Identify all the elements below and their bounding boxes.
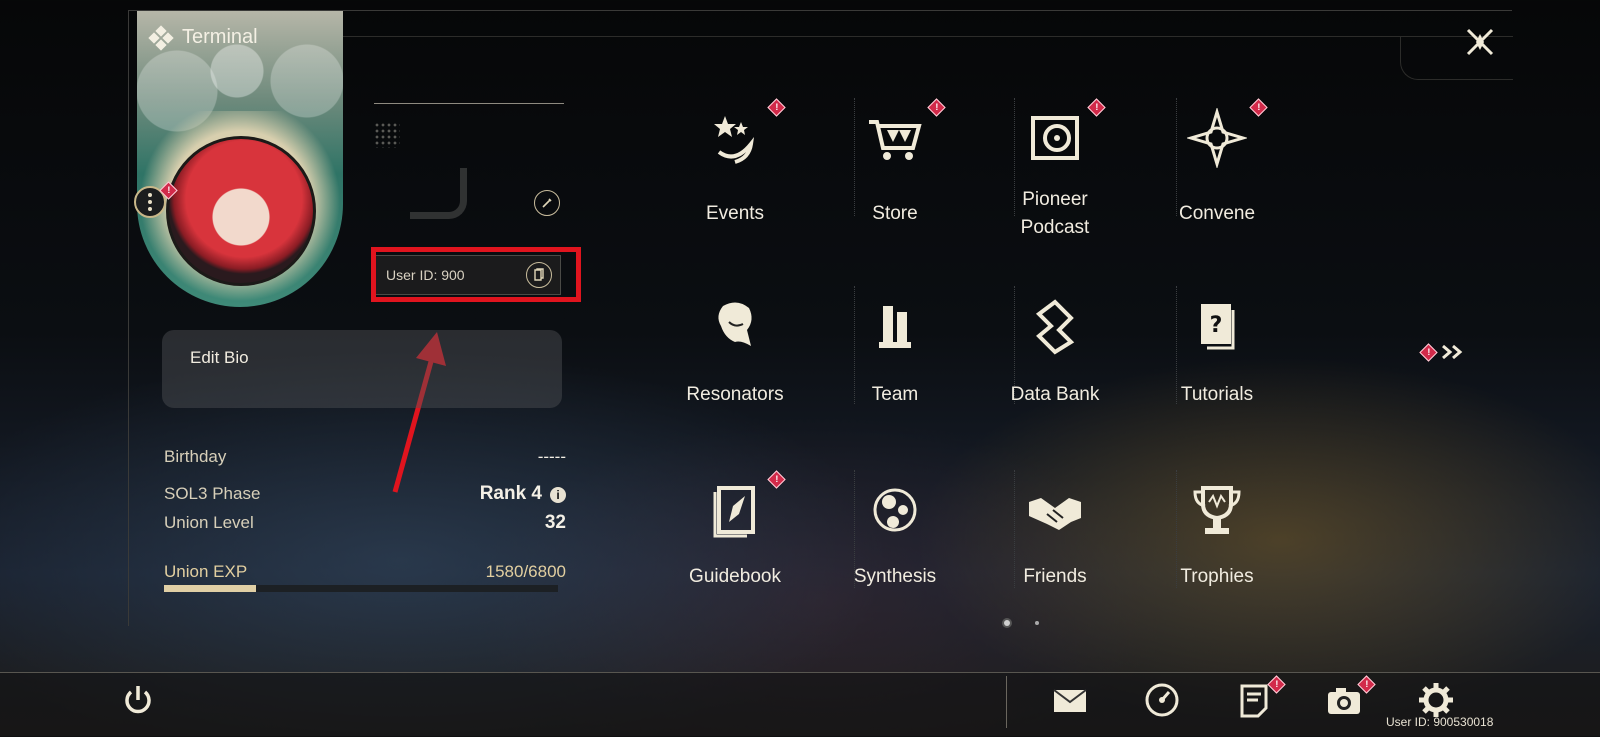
menu-item-label: Tutorials [1180, 384, 1254, 405]
menu-item-label: Resonators [686, 384, 784, 405]
power-icon[interactable] [118, 680, 158, 720]
tutorials-icon: ? [1201, 304, 1235, 350]
synthesis-icon [873, 488, 917, 532]
pencil-icon [542, 198, 552, 208]
team-icon [879, 306, 911, 348]
store-alert-badge [927, 98, 946, 117]
menu-item-pioneer-podcast[interactable]: PioneerPodcast [980, 98, 1130, 248]
stat-label: Birthday [164, 447, 227, 466]
stat-row-sol3-phase: SOL3 Phase Rank 4 i [164, 483, 566, 505]
convene-alert-badge [1249, 98, 1268, 117]
stat-value: Rank 4 [479, 483, 542, 504]
podcast-alert-badge [1087, 98, 1106, 117]
next-page-alert-badge [1419, 342, 1438, 362]
podcast-icon [1031, 116, 1079, 160]
cart-icon [869, 120, 922, 160]
compass-icon[interactable] [1142, 680, 1182, 720]
menu-item-events[interactable]: Events [660, 98, 810, 248]
menu-item-trophies[interactable]: Trophies [1142, 470, 1292, 620]
page-dot[interactable] [1035, 621, 1039, 625]
edit-bio-label: Edit Bio [190, 348, 249, 367]
next-page-button[interactable] [1419, 342, 1467, 362]
menu-item-label: Team [871, 384, 919, 405]
decorative-dots [374, 122, 400, 148]
menu-item-guidebook[interactable]: Guidebook [660, 470, 810, 620]
menu-item-synthesis[interactable]: Synthesis [820, 470, 970, 620]
stat-row-union-exp: Union EXP 1580/6800 [164, 562, 566, 582]
avatar[interactable] [166, 136, 316, 286]
stat-label: SOL3 Phase [164, 484, 261, 503]
menu-item-label: Trophies [1180, 566, 1254, 587]
menu-item-label: Synthesis [853, 566, 937, 587]
guidebook-alert-badge [767, 470, 786, 489]
stat-value: 1580/6800 [485, 562, 566, 581]
svg-text:?: ? [1210, 313, 1223, 338]
stat-value: ----- [537, 447, 566, 466]
union-exp-fill [164, 585, 256, 592]
annotation-highlight-box [371, 247, 581, 302]
stat-label: Union EXP [164, 562, 248, 581]
menu-item-label: Friends [1023, 566, 1087, 587]
stat-row-union-level: Union Level 32 [164, 512, 566, 534]
page-header: Terminal [148, 24, 258, 51]
events-icon [714, 116, 755, 164]
stat-value: 32 [544, 512, 566, 533]
info-icon[interactable]: i [550, 486, 566, 503]
menu-item-team[interactable]: Team [820, 286, 970, 436]
trophy-icon [1193, 486, 1241, 534]
decorative-hook [410, 168, 467, 219]
stat-label: Union Level [164, 513, 254, 532]
terminal-icon [148, 24, 174, 51]
frame-inner-line [340, 36, 1400, 37]
events-alert-badge [767, 98, 786, 117]
menu-item-label: Data Bank [1010, 384, 1100, 405]
menu-item-tutorials[interactable]: ? Tutorials [1142, 286, 1292, 436]
resonator-icon [718, 302, 752, 346]
menu-item-label: Guidebook [689, 566, 781, 587]
menu-item-label: Store [872, 203, 918, 224]
menu-item-store[interactable]: Store [820, 98, 970, 248]
page-indicator [1003, 618, 1043, 628]
menu-item-data-bank[interactable]: Data Bank [980, 286, 1130, 436]
union-exp-bar [164, 585, 558, 592]
player-name-underline [374, 103, 564, 104]
bottom-user-id: User ID: 900530018 [1386, 715, 1494, 729]
menu-item-label: Pioneer Podcast [1020, 189, 1090, 238]
stat-row-birthday: Birthday ----- [164, 447, 566, 467]
mail-icon[interactable] [1050, 680, 1090, 720]
page-title: Terminal [182, 26, 258, 48]
convene-icon [1187, 108, 1247, 168]
menu-item-friends[interactable]: Friends [980, 470, 1130, 620]
close-icon[interactable] [1462, 24, 1498, 60]
page-dot-active[interactable] [1004, 620, 1010, 626]
menu-item-resonators[interactable]: Resonators [660, 286, 810, 436]
menu-item-label: Convene [1178, 203, 1256, 224]
bottom-bar-separator [1006, 676, 1007, 728]
data-bank-icon [1035, 299, 1075, 355]
settings-gear-icon[interactable] [1416, 680, 1456, 720]
handshake-icon [1029, 498, 1081, 530]
menu-item-label: Events [705, 203, 765, 224]
frame-left-line [128, 10, 129, 626]
edit-bio-button[interactable]: Edit Bio [162, 330, 562, 408]
double-chevron-right-icon [1442, 344, 1463, 360]
edit-name-button[interactable] [534, 190, 560, 216]
guidebook-icon [713, 486, 755, 538]
menu-item-convene[interactable]: Convene [1142, 98, 1292, 248]
